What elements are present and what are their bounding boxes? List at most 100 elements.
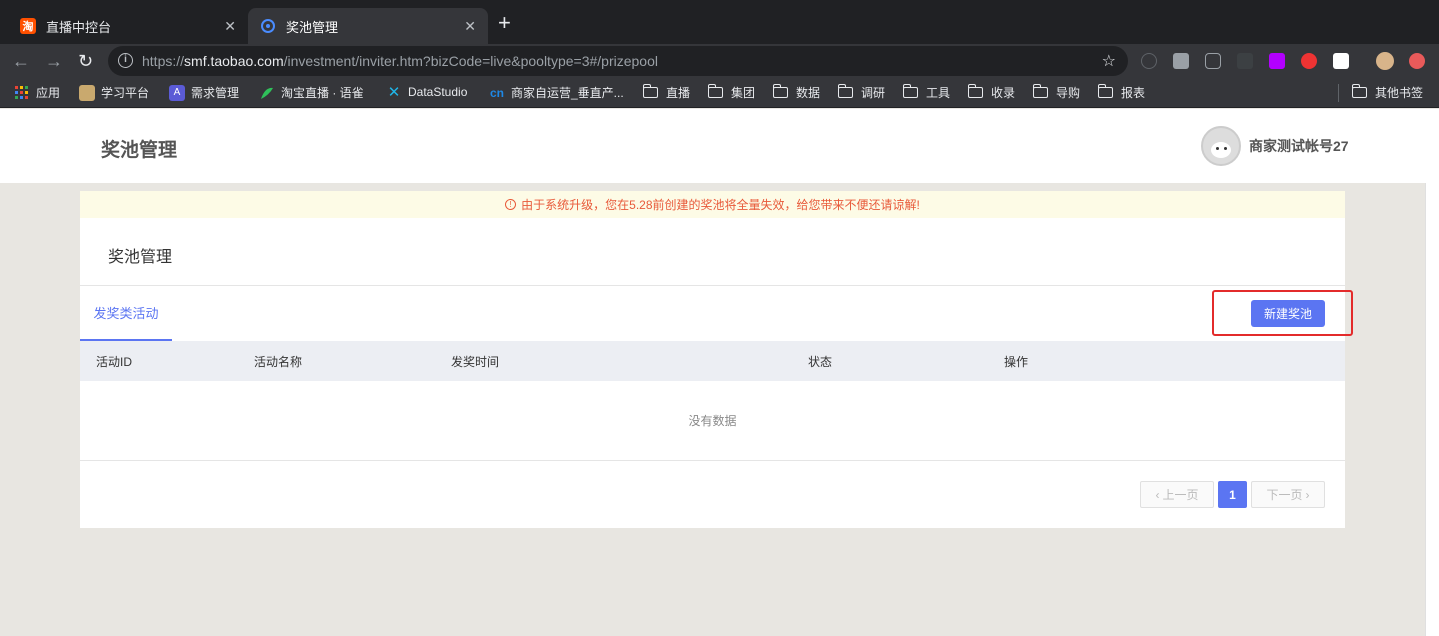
next-page-label: 下一页 <box>1266 488 1303 502</box>
update-icon[interactable] <box>1409 53 1425 69</box>
datastudio-logo-icon: ✕ <box>387 84 401 101</box>
bookmark-folder-live[interactable]: 直播 <box>642 84 691 101</box>
bookmark-requirements[interactable]: A 需求管理 <box>169 84 239 101</box>
bookmark-label: 学习平台 <box>101 86 150 100</box>
bookmark-folder-guide[interactable]: 导购 <box>1032 84 1081 101</box>
tab-title: 奖池管理 <box>286 19 339 35</box>
user-menu[interactable]: 商家测试帐号27 <box>1201 126 1349 166</box>
warning-icon: ! <box>505 199 517 210</box>
close-tab-icon[interactable]: ✕ <box>224 18 236 35</box>
browser-tab-bar: 淘 直播中控台 ✕ 奖池管理 ✕ + <box>0 0 1439 44</box>
username: 商家测试帐号27 <box>1249 138 1349 154</box>
back-icon[interactable]: ← <box>12 50 30 72</box>
bookmark-folder-collect[interactable]: 收录 <box>967 84 1016 101</box>
close-tab-icon[interactable]: ✕ <box>464 18 476 35</box>
bookmark-merchant-ops[interactable]: cn 商家自运营_垂直产... <box>489 84 624 101</box>
folder-icon <box>642 84 658 98</box>
profile-avatar-icon[interactable] <box>1376 52 1394 70</box>
page-number-button[interactable]: 1 <box>1218 481 1247 508</box>
bookmark-folder-tools[interactable]: 工具 <box>902 84 951 101</box>
next-page-button[interactable]: 下一页 › <box>1251 481 1325 508</box>
tab-title: 直播中控台 <box>46 19 112 35</box>
bookmark-label: 淘宝直播 · 语雀 <box>281 86 364 100</box>
avatar <box>1201 126 1241 166</box>
extension-chart-icon[interactable] <box>1237 53 1253 69</box>
a-letter-icon: A <box>169 84 185 101</box>
empty-state: 没有数据 <box>80 381 1345 461</box>
folder-icon <box>1351 84 1367 98</box>
page-header: 奖池管理 商家测试帐号27 <box>0 109 1439 183</box>
activity-tabs: 发奖类活动 新建奖池 <box>80 285 1353 341</box>
folder-icon <box>902 84 918 98</box>
bookmark-label: 集团 <box>731 86 756 100</box>
bookmark-datastudio[interactable]: ✕ DataStudio <box>386 84 468 101</box>
column-header-status: 状态 <box>808 355 833 369</box>
bookmark-label: 应用 <box>36 86 61 100</box>
bookmark-label: 其他书签 <box>1375 86 1424 100</box>
apps-grid-icon <box>14 85 30 101</box>
folder-icon <box>1097 84 1113 98</box>
column-header-actions: 操作 <box>1004 355 1029 369</box>
chevron-left-icon: ‹ <box>1155 487 1160 502</box>
prize-pool-card: ! 由于系统升级，您在5.28前创建的奖池将全量失效，给您带来不便还请谅解! 奖… <box>80 191 1353 528</box>
new-tab-icon[interactable]: + <box>498 12 511 34</box>
bookmark-label: 商家自运营_垂直产... <box>511 86 624 100</box>
pagination: ‹ 上一页 1 下一页 › <box>1140 481 1325 508</box>
folder-icon <box>1032 84 1048 98</box>
new-prize-pool-button[interactable]: 新建奖池 <box>1251 300 1325 327</box>
extension-green-icon[interactable] <box>1333 53 1349 69</box>
extension-info-icon[interactable] <box>1141 53 1157 69</box>
prev-page-label: 上一页 <box>1162 488 1199 502</box>
bookmark-folder-research[interactable]: 调研 <box>837 84 886 101</box>
bookmark-yuque[interactable]: 淘宝直播 · 语雀 <box>259 84 364 101</box>
column-header-activity-name: 活动名称 <box>254 355 303 369</box>
reload-icon[interactable]: ↻ <box>78 50 93 72</box>
prev-page-button[interactable]: ‹ 上一页 <box>1140 481 1214 508</box>
study-logo-icon <box>79 84 95 101</box>
column-header-activity-id: 活动ID <box>96 355 133 369</box>
bookmark-label: 调研 <box>861 86 886 100</box>
notice-banner: ! 由于系统升级，您在5.28前创建的奖池将全量失效，给您带来不便还请谅解! <box>80 191 1345 218</box>
extension-ruler-icon[interactable] <box>1173 53 1189 69</box>
bookmark-label: 报表 <box>1121 86 1146 100</box>
pocket-icon[interactable] <box>1205 53 1221 69</box>
bookmark-label: 数据 <box>796 86 821 100</box>
browser-toolbar: ← → ↻ i https://smf.taobao.com/investmen… <box>0 44 1439 78</box>
bookmark-study-platform[interactable]: 学习平台 <box>79 84 149 101</box>
bookmark-label: 导购 <box>1056 86 1081 100</box>
yuque-logo-icon <box>259 85 275 101</box>
site-info-icon[interactable]: i <box>118 53 133 68</box>
notice-text: 由于系统升级，您在5.28前创建的奖池将全量失效，给您带来不便还请谅解! <box>521 198 920 212</box>
prize-pool-favicon-icon <box>260 18 276 34</box>
taobao-favicon-icon: 淘 <box>20 18 36 34</box>
bookmarks-bar: 应用 学习平台 A 需求管理 淘宝直播 · 语雀 ✕ DataStudio cn… <box>0 78 1439 108</box>
address-bar[interactable]: i https://smf.taobao.com/investment/invi… <box>108 46 1128 76</box>
tab-award-activities[interactable]: 发奖类活动 <box>80 286 172 341</box>
bookmark-label: 工具 <box>926 86 951 100</box>
bookmark-label: DataStudio <box>408 85 468 99</box>
extension-red-icon[interactable] <box>1301 53 1317 69</box>
browser-tab-live-console[interactable]: 淘 直播中控台 ✕ <box>8 8 248 44</box>
bookmarks-divider <box>1338 84 1339 102</box>
bookmark-label: 需求管理 <box>191 86 240 100</box>
bookmark-label: 直播 <box>666 86 691 100</box>
forward-icon[interactable]: → <box>45 50 63 72</box>
page-title: 奖池管理 <box>101 140 178 161</box>
bookmark-star-icon[interactable]: ☆ <box>1102 51 1116 71</box>
bookmark-folder-group[interactable]: 集团 <box>707 84 756 101</box>
bookmark-apps[interactable]: 应用 <box>14 84 60 101</box>
bookmark-folder-reports[interactable]: 报表 <box>1097 84 1146 101</box>
browser-tab-prize-pool[interactable]: 奖池管理 ✕ <box>248 8 488 44</box>
bookmark-label: 收录 <box>991 86 1016 100</box>
column-header-award-time: 发奖时间 <box>451 355 500 369</box>
bookmark-folder-data[interactable]: 数据 <box>772 84 821 101</box>
folder-icon <box>967 84 983 98</box>
bookmark-other[interactable]: 其他书签 <box>1351 84 1424 101</box>
chevron-right-icon: › <box>1305 487 1310 502</box>
page-scrollbar[interactable] <box>1425 183 1439 636</box>
folder-icon <box>707 84 723 98</box>
extension-rp-icon[interactable] <box>1269 53 1285 69</box>
url-text: https://smf.taobao.com/investment/invite… <box>142 53 658 69</box>
folder-icon <box>772 84 788 98</box>
folder-icon <box>837 84 853 98</box>
